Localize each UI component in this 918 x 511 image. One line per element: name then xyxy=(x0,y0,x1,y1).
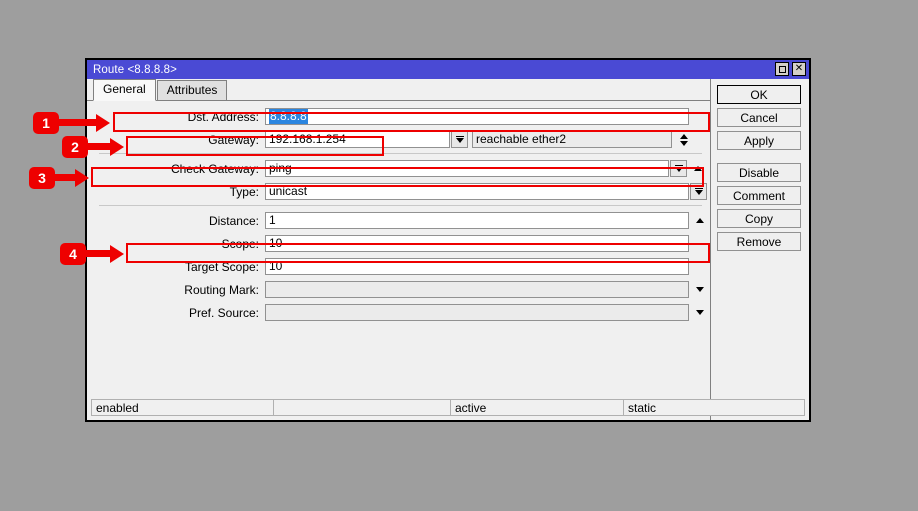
field-row-target-scope: Target Scope: 10 xyxy=(87,257,710,276)
field-row-type: Type: unicast xyxy=(87,182,710,201)
tab-general[interactable]: General xyxy=(93,79,156,101)
annotation-arrowhead-4 xyxy=(110,245,124,263)
gateway-status-field: reachable ether2 xyxy=(472,131,672,148)
comment-button[interactable]: Comment xyxy=(717,186,801,205)
dst-address-value: 8.8.8.8 xyxy=(269,109,308,124)
field-row-pref-source: Pref. Source: xyxy=(87,303,710,322)
annotation-badge-1: 1 xyxy=(33,112,59,134)
label-distance: Distance: xyxy=(208,213,259,228)
close-icon[interactable]: ✕ xyxy=(792,62,806,76)
label-pref-source: Pref. Source: xyxy=(188,305,259,320)
maximize-icon[interactable] xyxy=(775,62,789,76)
annotation-arrowhead-1 xyxy=(96,114,110,132)
window-title: Route <8.8.8.8> xyxy=(93,63,177,76)
gateway-dropdown-icon[interactable] xyxy=(451,131,468,148)
field-row-distance: Distance: 1 xyxy=(87,211,710,230)
input-gateway[interactable]: 192.168.1.254 xyxy=(265,131,450,148)
route-form: Dst. Address: 8.8.8.8 Gateway: 192.168.1… xyxy=(87,101,710,322)
distance-collapse-icon[interactable] xyxy=(693,218,707,223)
form-divider-2 xyxy=(99,205,702,206)
window-titlebar: Route <8.8.8.8> ✕ xyxy=(87,60,809,79)
disable-button[interactable]: Disable xyxy=(717,163,801,182)
input-distance[interactable]: 1 xyxy=(265,212,689,229)
window-controls: ✕ xyxy=(775,62,806,76)
copy-button[interactable]: Copy xyxy=(717,209,801,228)
cancel-button[interactable]: Cancel xyxy=(717,108,801,127)
input-scope[interactable]: 10 xyxy=(265,235,689,252)
field-row-gateway: Gateway: 192.168.1.254 reachable ether2 xyxy=(87,130,710,149)
annotation-badge-4: 4 xyxy=(60,243,86,265)
field-row-dst-address: Dst. Address: 8.8.8.8 xyxy=(87,107,710,126)
status-active: active xyxy=(451,400,624,415)
button-group-gap xyxy=(717,154,803,163)
input-check-gateway[interactable]: ping xyxy=(265,160,669,177)
apply-button[interactable]: Apply xyxy=(717,131,801,150)
check-gateway-collapse-icon[interactable] xyxy=(691,166,705,171)
annotation-arrow-4 xyxy=(86,250,110,257)
annotation-arrowhead-3 xyxy=(75,169,89,187)
label-check-gateway: Check Gateway: xyxy=(170,161,259,176)
field-row-check-gateway: Check Gateway: ping xyxy=(87,159,710,178)
annotation-arrowhead-2 xyxy=(110,138,124,156)
form-divider-1 xyxy=(99,153,702,154)
tab-bar: General Attributes xyxy=(87,79,710,101)
check-gateway-dropdown-icon[interactable] xyxy=(670,160,687,177)
annotation-arrow-2 xyxy=(88,143,110,150)
remove-button[interactable]: Remove xyxy=(717,232,801,251)
dialog-content-pane: General Attributes Dst. Address: 8.8.8.8… xyxy=(87,79,711,420)
annotation-badge-3: 3 xyxy=(29,167,55,189)
label-routing-mark: Routing Mark: xyxy=(184,282,259,297)
input-target-scope[interactable]: 10 xyxy=(265,258,689,275)
annotation-arrow-1 xyxy=(59,119,96,126)
label-dst-address: Dst. Address: xyxy=(187,109,259,124)
input-dst-address[interactable]: 8.8.8.8 xyxy=(265,108,689,125)
field-row-routing-mark: Routing Mark: xyxy=(87,280,710,299)
gateway-spinner-icon[interactable] xyxy=(677,133,691,146)
input-routing-mark[interactable] xyxy=(265,281,689,298)
label-type: Type: xyxy=(229,184,259,199)
input-pref-source[interactable] xyxy=(265,304,689,321)
status-enabled: enabled xyxy=(92,400,274,415)
status-static: static xyxy=(628,400,657,415)
type-dropdown-icon[interactable] xyxy=(690,183,707,200)
status-bar: enabled active static xyxy=(91,399,805,416)
pref-source-dropdown-icon[interactable] xyxy=(693,310,707,315)
dialog-button-pane: OK Cancel Apply Disable Comment Copy Rem… xyxy=(711,79,809,420)
status-empty xyxy=(274,400,451,415)
input-type[interactable]: unicast xyxy=(265,183,689,200)
routing-mark-dropdown-icon[interactable] xyxy=(693,287,707,292)
route-dialog-window: Route <8.8.8.8> ✕ General Attributes Dst… xyxy=(85,58,811,422)
annotation-badge-2: 2 xyxy=(62,136,88,158)
field-row-scope: Scope: 10 xyxy=(87,234,710,253)
ok-button[interactable]: OK xyxy=(717,85,801,104)
tab-attributes[interactable]: Attributes xyxy=(156,80,228,100)
annotation-arrow-3 xyxy=(55,174,75,181)
